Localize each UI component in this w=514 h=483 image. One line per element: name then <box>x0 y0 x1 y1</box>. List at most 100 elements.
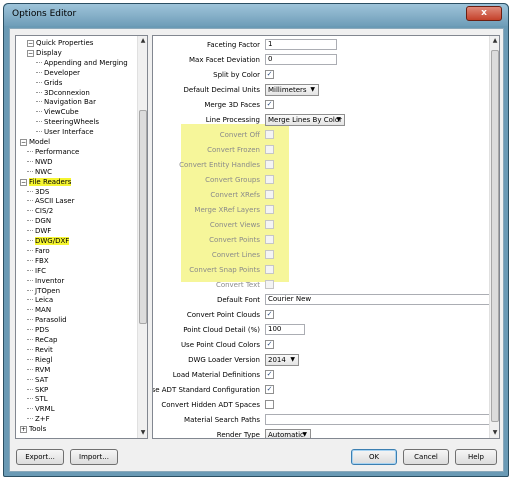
convert-text-checkbox[interactable] <box>265 280 274 289</box>
tree-item[interactable]: ASCII Laser <box>27 196 75 206</box>
row-merge-xref-layers: Merge XRef Layers <box>153 203 493 217</box>
convert-entity-handles-label: Convert Entity Handles <box>179 161 260 169</box>
tree-item-label: SteeringWheels <box>44 118 100 127</box>
tree-item[interactable]: CIS/2 <box>27 206 53 216</box>
render-type-select[interactable]: Automatic ▼ <box>265 429 311 438</box>
convert-views-checkbox[interactable] <box>265 220 274 229</box>
tree-item-label: Faro <box>35 246 50 255</box>
tree-item[interactable]: ReCap <box>27 335 57 345</box>
tree-item[interactable]: + Tools <box>20 424 46 434</box>
scroll-thumb[interactable] <box>139 110 147 324</box>
tree-item[interactable]: NWD <box>27 157 53 167</box>
line-processing-select[interactable]: Merge Lines By Color ▼ <box>265 114 345 126</box>
import-button[interactable]: Import... <box>70 449 118 465</box>
tree-item[interactable]: DWF <box>27 226 51 236</box>
cancel-button[interactable]: Cancel <box>403 449 449 465</box>
scroll-up-arrow-icon[interactable]: ▲ <box>490 36 499 46</box>
convert-text-label: Convert Text <box>215 281 260 289</box>
tree-item-label: Developer <box>44 68 81 77</box>
tree-item[interactable]: NWC <box>27 167 52 177</box>
tree-item[interactable]: RVM <box>27 365 50 375</box>
convert-entity-handles-checkbox[interactable] <box>265 160 274 169</box>
convert-point-clouds-checkbox[interactable]: ✓ <box>265 310 274 319</box>
tree-item[interactable]: SKP <box>27 385 48 395</box>
max-facet-deviation-label: Max Facet Deviation <box>189 56 260 64</box>
tree-item[interactable]: − Quick Properties <box>27 38 93 48</box>
tree-scrollbar[interactable]: ▲ ▼ <box>137 36 147 438</box>
max-facet-deviation-input[interactable]: 0 <box>265 54 337 65</box>
convert-groups-checkbox[interactable] <box>265 175 274 184</box>
tree-item[interactable]: − Display <box>27 48 62 58</box>
scroll-down-arrow-icon[interactable]: ▼ <box>138 428 147 438</box>
tree-item[interactable]: 3Dconnexion <box>36 88 90 98</box>
merge-3d-faces-checkbox[interactable]: ✓ <box>265 100 274 109</box>
tree-item[interactable]: User Interface <box>36 127 94 137</box>
tree-item[interactable]: Performance <box>27 147 79 157</box>
convert-off-checkbox[interactable] <box>265 130 274 139</box>
load-material-definitions-checkbox[interactable]: ✓ <box>265 370 274 379</box>
help-button[interactable]: Help <box>455 449 497 465</box>
convert-xrefs-checkbox[interactable] <box>265 190 274 199</box>
tree-item[interactable]: IFC <box>27 266 46 276</box>
tree-item[interactable]: Appending and Merging <box>36 58 128 68</box>
tree-item[interactable]: Parasolid <box>27 315 67 325</box>
collapse-icon[interactable]: − <box>27 40 34 47</box>
chevron-down-icon: ▼ <box>310 86 315 93</box>
tree-item[interactable]: Z+F <box>27 414 50 424</box>
row-convert-frozen: Convert Frozen <box>153 143 493 157</box>
export-button[interactable]: Export... <box>16 449 64 465</box>
collapse-icon[interactable]: − <box>20 139 27 146</box>
scroll-up-arrow-icon[interactable]: ▲ <box>138 36 147 46</box>
tree-item-label: JTOpen <box>35 286 61 295</box>
close-button[interactable]: x <box>466 6 502 21</box>
convert-hidden-adt-spaces-checkbox[interactable] <box>265 400 274 409</box>
convert-points-checkbox[interactable] <box>265 235 274 244</box>
use-adt-standard-configuration-checkbox[interactable]: ✓ <box>265 385 274 394</box>
merge-xref-layers-checkbox[interactable] <box>265 205 274 214</box>
tree-item[interactable]: SAT <box>27 375 48 385</box>
tree-item-label: STL <box>35 395 48 404</box>
tree-item[interactable]: − File Readers <box>20 177 72 187</box>
tree-item[interactable]: Grids <box>36 78 62 88</box>
tree-item[interactable]: 3DS <box>27 187 49 197</box>
convert-frozen-checkbox[interactable] <box>265 145 274 154</box>
tree-item[interactable]: Revit <box>27 345 53 355</box>
tree-item[interactable]: − Model <box>20 137 50 147</box>
tree-item[interactable]: VRML <box>27 404 55 414</box>
tree-item[interactable]: PDS <box>27 325 49 335</box>
tree-item[interactable]: JTOpen <box>27 286 60 296</box>
faceting-factor-input[interactable]: 1 <box>265 39 337 50</box>
point-cloud-detail-input[interactable]: 100 <box>265 324 305 335</box>
split-by-color-checkbox[interactable]: ✓ <box>265 70 274 79</box>
default-decimal-units-select[interactable]: Millimeters ▼ <box>265 84 319 96</box>
properties-scrollbar[interactable]: ▲ ▼ <box>489 36 499 438</box>
scroll-thumb[interactable] <box>491 50 499 422</box>
tree-item[interactable]: Developer <box>36 68 80 78</box>
default-font-input[interactable]: Courier New <box>265 294 495 305</box>
ok-button[interactable]: OK <box>351 449 397 465</box>
dwg-loader-version-select[interactable]: 2014 ▼ <box>265 354 299 366</box>
use-adt-standard-configuration-label: Use ADT Standard Configuration <box>152 386 260 394</box>
tree-item[interactable]: DWG/DXF <box>27 236 70 246</box>
tree-item[interactable]: Inventor <box>27 276 64 286</box>
tree-item[interactable]: Riegl <box>27 355 53 365</box>
expand-icon[interactable]: + <box>20 426 27 434</box>
tree-item[interactable]: Navigation Bar <box>36 97 96 107</box>
tree-item[interactable]: Leica <box>27 295 53 305</box>
tree-item[interactable]: MAN <box>27 305 51 315</box>
convert-lines-checkbox[interactable] <box>265 250 274 259</box>
collapse-icon[interactable]: − <box>27 49 34 57</box>
tree-item[interactable]: DGN <box>27 216 51 226</box>
use-point-cloud-colors-checkbox[interactable]: ✓ <box>265 340 274 349</box>
tree-item[interactable]: Faro <box>27 246 50 256</box>
tree-item[interactable]: SteeringWheels <box>36 117 99 127</box>
tree-item[interactable]: ViewCube <box>36 107 79 117</box>
collapse-icon[interactable]: − <box>20 178 27 186</box>
row-split-by-color: Split by Color ✓ <box>153 68 493 82</box>
convert-lines-label: Convert Lines <box>211 251 260 259</box>
tree-item[interactable]: STL <box>27 394 48 404</box>
tree-item[interactable]: FBX <box>27 256 49 266</box>
material-search-paths-input[interactable] <box>265 414 495 425</box>
scroll-down-arrow-icon[interactable]: ▼ <box>490 428 499 438</box>
convert-snap-points-checkbox[interactable] <box>265 265 274 274</box>
